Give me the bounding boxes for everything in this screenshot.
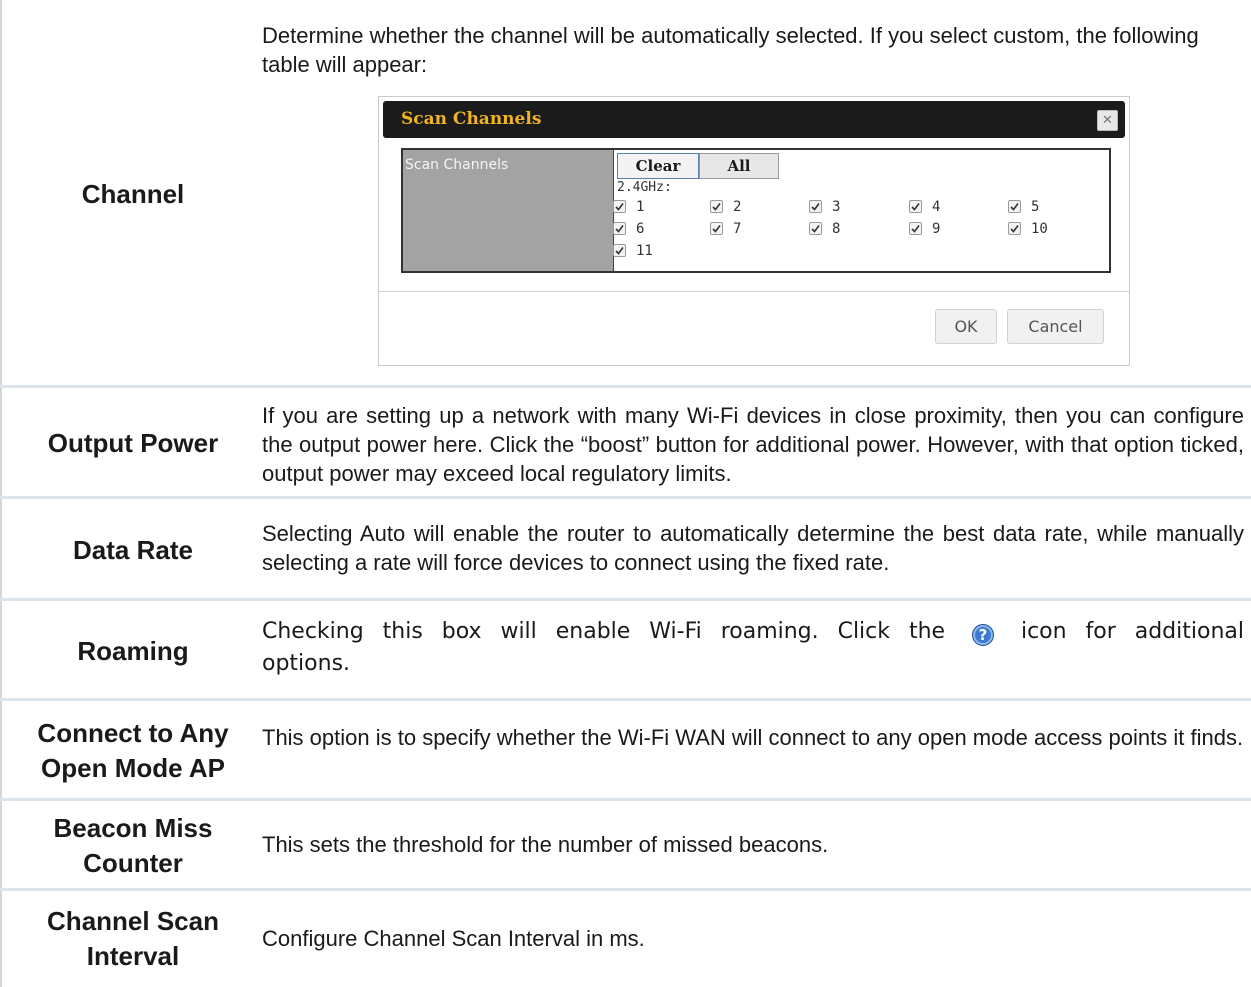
scan-channels-dialog: Scan Channels ✕ Scan Channels Clear All … (378, 96, 1130, 366)
checkbox-checked-icon[interactable] (1008, 200, 1021, 213)
checkbox-checked-icon[interactable] (710, 222, 723, 235)
checkbox-checked-icon[interactable] (809, 222, 822, 235)
row-label-line2: Interval (86, 941, 180, 971)
row-label: Beacon Miss Counter (8, 801, 258, 891)
cancel-button[interactable]: Cancel (1007, 309, 1104, 344)
channel-number: 7 (733, 221, 742, 237)
row-description: This option is to specify whether the Wi… (262, 725, 1244, 750)
ok-button[interactable]: OK (935, 309, 997, 344)
row-label-line2: Counter (83, 848, 183, 878)
channel-number: 1 (636, 199, 645, 215)
help-question-icon[interactable]: ? (972, 624, 995, 646)
row-label-line1: Connect to Any (37, 718, 229, 748)
row-label: Data Rate (73, 534, 193, 565)
row-beacon-miss: Beacon Miss Counter This sets the thresh… (0, 801, 1251, 891)
checkbox-checked-icon[interactable] (710, 200, 723, 213)
channel-checkbox[interactable]: 9 (909, 220, 940, 238)
checkbox-checked-icon[interactable] (613, 222, 626, 235)
row-description: Checking this box will enable Wi-Fi roam… (262, 616, 1244, 680)
channel-number: 5 (1031, 199, 1040, 215)
channel-number: 10 (1031, 221, 1048, 237)
row-label: Channel Scan Interval (8, 891, 258, 987)
channel-checkbox[interactable]: 7 (710, 220, 741, 238)
channel-checkbox[interactable]: 1 (613, 198, 644, 216)
checkbox-checked-icon[interactable] (613, 200, 626, 213)
row-data-rate: Data Rate Selecting Auto will enable the… (0, 499, 1251, 601)
row-label-line1: Beacon Miss (53, 813, 213, 843)
row-output-power: Output Power If you are setting up a net… (0, 388, 1251, 499)
channel-number: 8 (832, 221, 841, 237)
row-label: Connect to Any Open Mode AP (8, 701, 258, 801)
row-description: Determine whether the channel will be au… (262, 23, 1199, 77)
row-channel: Channel Determine whether the channel wi… (0, 0, 1251, 388)
channel-checkbox[interactable]: 11 (613, 242, 653, 260)
channel-checkbox[interactable]: 5 (1008, 198, 1039, 216)
channel-number: 2 (733, 199, 742, 215)
checkbox-checked-icon[interactable] (613, 244, 626, 257)
document-page: Channel Determine whether the channel wi… (0, 0, 1251, 987)
row-roaming: Roaming Checking this box will enable Wi… (0, 601, 1251, 701)
channel-checkbox[interactable]: 6 (613, 220, 644, 238)
row-description: Configure Channel Scan Interval in ms. (262, 926, 645, 951)
row-label-line2: Open Mode AP (41, 753, 225, 783)
row-connect-open-ap: Connect to Any Open Mode AP This option … (0, 701, 1251, 801)
channel-checkbox[interactable]: 10 (1008, 220, 1048, 238)
row-label: Channel (81, 178, 185, 209)
all-button[interactable]: All (699, 153, 779, 179)
channel-number: 4 (932, 199, 941, 215)
checkbox-checked-icon[interactable] (1008, 222, 1021, 235)
dialog-title: Scan Channels (401, 109, 542, 129)
scan-channels-table: Scan Channels Clear All 2.4GHz: 1 2 3 4 5 6 7 8… (401, 148, 1111, 273)
channel-number: 3 (832, 199, 841, 215)
row-channel-scan-interval: Channel Scan Interval Configure Channel … (0, 891, 1251, 987)
row-label: Roaming (77, 635, 189, 666)
row-description: If you are setting up a network with man… (262, 403, 1244, 486)
close-icon[interactable]: ✕ (1097, 110, 1118, 131)
checkbox-checked-icon[interactable] (909, 222, 922, 235)
field-label: Scan Channels (405, 157, 509, 173)
checkbox-checked-icon[interactable] (909, 200, 922, 213)
row-label-line1: Channel Scan (47, 906, 219, 936)
row-description: Selecting Auto will enable the router to… (262, 521, 1244, 575)
channel-number: 11 (636, 243, 653, 259)
dialog-header: Scan Channels ✕ (383, 101, 1125, 138)
band-label: 2.4GHz: (617, 180, 672, 195)
clear-button[interactable]: Clear (617, 153, 699, 179)
row-description: This sets the threshold for the number o… (262, 832, 829, 857)
channel-checkbox[interactable]: 3 (809, 198, 840, 216)
checkbox-checked-icon[interactable] (809, 200, 822, 213)
row-label: Output Power (47, 428, 219, 458)
channel-checkbox[interactable]: 2 (710, 198, 741, 216)
field-label-cell: Scan Channels (403, 150, 614, 271)
channel-checkbox[interactable]: 8 (809, 220, 840, 238)
roaming-description-start: Checking this box will enable Wi-Fi roam… (262, 619, 946, 644)
dialog-divider (379, 291, 1129, 292)
channel-checkbox[interactable]: 4 (909, 198, 940, 216)
channel-number: 6 (636, 221, 645, 237)
channel-number: 9 (932, 221, 941, 237)
